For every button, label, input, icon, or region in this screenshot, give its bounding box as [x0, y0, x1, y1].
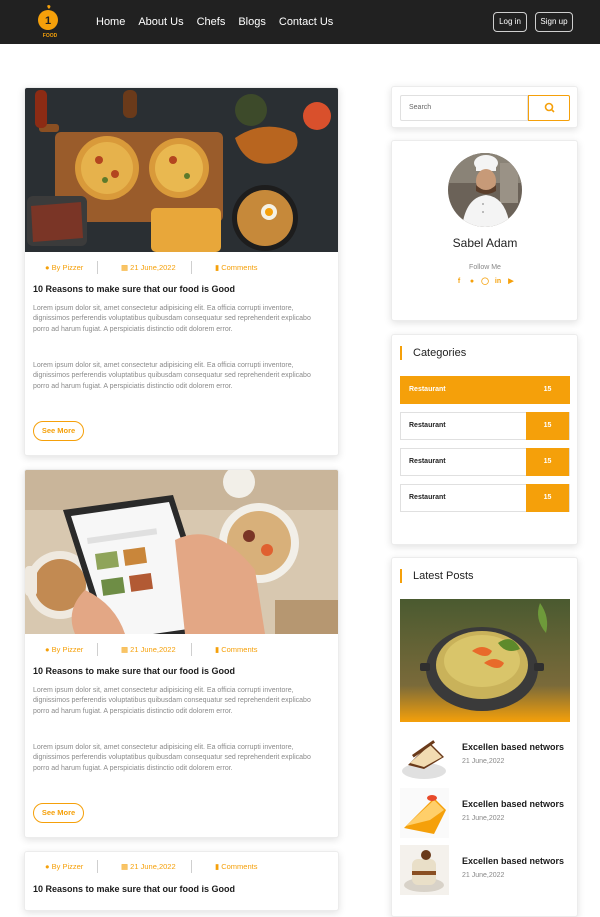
search-icon — [544, 102, 555, 113]
latest-post-item[interactable]: Excellen based networs 21 June,2022 — [400, 788, 570, 838]
post-date: ▦ 21 June,2022 — [121, 645, 176, 654]
post-image-pizza[interactable] — [25, 88, 339, 252]
category-label: Restaurant — [409, 458, 446, 465]
user-icon: ● — [45, 263, 52, 272]
profile-widget: Sabel Adam Follow Me f ● ◯ in ▶ — [391, 140, 578, 321]
facebook-icon[interactable]: f — [455, 278, 463, 286]
category-label: Restaurant — [409, 386, 446, 393]
calendar-icon: ▦ — [121, 862, 131, 871]
latest-post-item[interactable]: Excellen based networs 21 June,2022 — [400, 845, 570, 895]
latest-post-title[interactable]: Excellen based networs — [462, 856, 564, 866]
category-count: 15 — [526, 412, 569, 440]
post-meta: ● By Pizzer ▦ 21 June,2022 ▮ Comments — [25, 642, 338, 658]
search-widget: Search — [391, 86, 578, 128]
latest-post-date: 21 June,2022 — [462, 758, 505, 765]
post-meta: ● By Pizzer ▦ 21 June,2022 ▮ Comments — [25, 260, 338, 276]
profile-name: Sabel Adam — [452, 236, 518, 250]
meta-divider — [191, 860, 192, 873]
nav-chefs[interactable]: Chefs — [197, 16, 226, 28]
svg-text:1: 1 — [45, 15, 51, 27]
post-excerpt: Lorem ipsum dolor sit, amet consectetur … — [33, 744, 311, 772]
post-title[interactable]: 10 Reasons to make sure that our food is… — [33, 284, 235, 294]
latest-post-item[interactable]: Excellen based networs 21 June,2022 — [400, 731, 570, 781]
latest-post-date: 21 June,2022 — [462, 815, 505, 822]
latest-posts-heading: Latest Posts — [400, 569, 474, 583]
linkedin-icon[interactable]: in — [494, 278, 502, 286]
latest-post-title[interactable]: Excellen based networs — [462, 742, 564, 752]
author-link[interactable]: ● By Pizzer — [45, 862, 83, 871]
post-date: ▦ 21 June,2022 — [121, 862, 176, 871]
user-icon: ● — [45, 862, 52, 871]
latest-post-date: 21 June,2022 — [462, 872, 505, 879]
post-title[interactable]: 10 Reasons to make sure that our food is… — [33, 666, 235, 676]
post-excerpt: Lorem ipsum dolor sit, amet consectetur … — [33, 305, 311, 333]
main-nav: Home About Us Chefs Blogs Contact Us — [96, 0, 333, 44]
category-count: 15 — [526, 484, 569, 512]
categories-heading: Categories — [400, 346, 466, 360]
see-more-button[interactable]: See More — [33, 803, 84, 823]
nav-about[interactable]: About Us — [138, 16, 183, 28]
blog-post-card: ● By Pizzer ▦ 21 June,2022 ▮ Comments 10… — [24, 87, 339, 456]
post-excerpt: Lorem ipsum dolor sit, amet consectetur … — [33, 687, 311, 715]
see-more-button[interactable]: See More — [33, 421, 84, 441]
search-input[interactable]: Search — [400, 95, 528, 121]
youtube-icon[interactable]: ▶ — [507, 278, 515, 286]
comments-link[interactable]: ▮ Comments — [215, 645, 257, 654]
category-count: 15 — [526, 448, 569, 476]
search-button[interactable] — [528, 95, 570, 121]
calendar-icon: ▦ — [121, 645, 131, 654]
category-item[interactable]: Restaurant 15 — [400, 484, 570, 512]
categories-widget: Categories Restaurant 15 Restaurant 15 R… — [391, 334, 578, 545]
chef-avatar — [448, 153, 522, 227]
latest-post-thumb — [400, 845, 449, 895]
category-item[interactable]: Restaurant 15 — [400, 412, 570, 440]
post-title[interactable]: 10 Reasons to make sure that our food is… — [33, 884, 235, 894]
meta-divider — [191, 261, 192, 274]
latest-post-title[interactable]: Excellen based networs — [462, 799, 564, 809]
category-label: Restaurant — [409, 422, 446, 429]
nav-blogs[interactable]: Blogs — [238, 16, 266, 28]
twitter-icon[interactable]: ● — [468, 278, 476, 286]
svg-text:FOOD: FOOD — [43, 33, 58, 39]
post-image-tablet[interactable] — [25, 470, 339, 634]
blog-post-card: ● By Pizzer ▦ 21 June,2022 ▮ Comments 10… — [24, 469, 339, 838]
nav-home[interactable]: Home — [96, 16, 125, 28]
category-item[interactable]: Restaurant 15 — [400, 448, 570, 476]
instagram-icon[interactable]: ◯ — [481, 278, 489, 286]
meta-divider — [97, 261, 98, 274]
post-meta: ● By Pizzer ▦ 21 June,2022 ▮ Comments — [25, 859, 338, 875]
comments-link[interactable]: ▮ Comments — [215, 263, 257, 272]
post-date: ▦ 21 June,2022 — [121, 263, 176, 272]
social-links: f ● ◯ in ▶ — [392, 278, 577, 286]
latest-posts-widget: Latest Posts Excellen based networs 21 J… — [391, 557, 578, 917]
category-count: 15 — [526, 376, 569, 404]
latest-post-thumb — [400, 788, 449, 838]
food-logo[interactable]: 1 FOOD — [34, 5, 64, 39]
author-link[interactable]: ● By Pizzer — [45, 645, 83, 654]
post-excerpt: Lorem ipsum dolor sit, amet consectetur … — [33, 362, 311, 390]
login-button[interactable]: Log in — [493, 12, 527, 32]
signup-button[interactable]: Sign up — [535, 12, 573, 32]
featured-post-image[interactable] — [400, 599, 570, 722]
author-link[interactable]: ● By Pizzer — [45, 263, 83, 272]
top-navbar: 1 FOOD Home About Us Chefs Blogs Contact… — [0, 0, 600, 44]
category-label: Restaurant — [409, 494, 446, 501]
meta-divider — [97, 860, 98, 873]
follow-label: Follow Me — [469, 264, 501, 271]
latest-post-thumb — [400, 731, 449, 781]
meta-divider — [97, 643, 98, 656]
user-icon: ● — [45, 645, 52, 654]
nav-contact[interactable]: Contact Us — [279, 16, 333, 28]
meta-divider — [191, 643, 192, 656]
blog-post-card: ● By Pizzer ▦ 21 June,2022 ▮ Comments 10… — [24, 851, 339, 911]
auth-buttons: Log in Sign up — [493, 12, 573, 32]
comments-link[interactable]: ▮ Comments — [215, 862, 257, 871]
calendar-icon: ▦ — [121, 263, 131, 272]
category-item[interactable]: Restaurant 15 — [400, 376, 570, 404]
